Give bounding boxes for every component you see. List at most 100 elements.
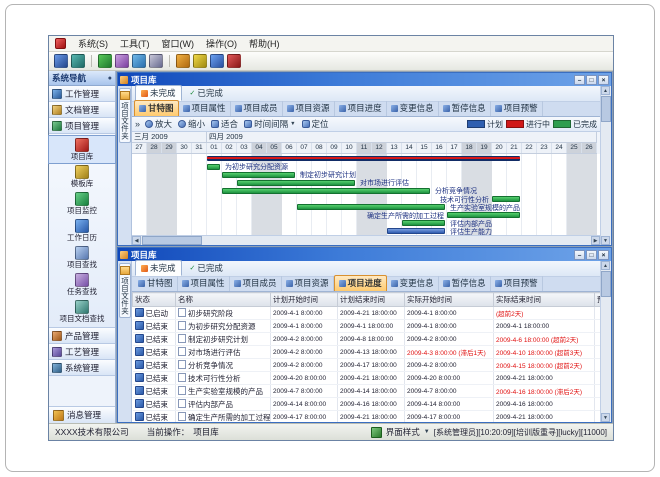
minimize-button[interactable]: – xyxy=(574,75,585,85)
tab-项目属性[interactable]: 项目属性 xyxy=(179,101,231,116)
gantt-bar-done[interactable] xyxy=(402,220,445,226)
sidebar-item-工作日历[interactable]: 工作日历 xyxy=(49,217,115,244)
gantt-bar-done[interactable] xyxy=(222,172,295,178)
tab-甘特图[interactable]: 甘特图 xyxy=(134,276,178,291)
scroll-down-button[interactable]: ▼ xyxy=(601,236,610,245)
pin-icon[interactable]: ● xyxy=(108,75,112,82)
scroll-thumb[interactable] xyxy=(601,271,611,297)
tool-时间间隔[interactable]: 时间间隔▼ xyxy=(244,118,295,130)
column-header-名称[interactable]: 名称 xyxy=(176,293,271,307)
task-row[interactable]: 已结束评估内部产品2009-4-14 8:00:002009-4-16 18:0… xyxy=(133,398,601,411)
column-header-计划结束时间[interactable]: 计划结束时间 xyxy=(338,293,405,307)
scroll-right-button[interactable]: ▶ xyxy=(591,236,600,245)
sidebar-group-产品管理[interactable]: 产品管理 xyxy=(49,328,115,344)
scroll-left-button[interactable]: ◀ xyxy=(132,236,141,245)
scroll-up-button[interactable]: ▲ xyxy=(601,261,610,270)
tab-暂停信息[interactable]: 暂停信息 xyxy=(439,276,491,291)
tab-项目资源[interactable]: 项目资源 xyxy=(283,101,335,116)
task-row[interactable]: 已结束生产实验室规模的产品2009-4-7 8:00:002009-4-14 1… xyxy=(133,385,601,398)
home-icon[interactable] xyxy=(54,54,68,68)
style-dropdown-arrow-icon[interactable]: ▼ xyxy=(424,429,430,435)
status-style-label[interactable]: 界面样式 xyxy=(386,426,420,438)
sidebar-group-工艺管理[interactable]: 工艺管理 xyxy=(49,344,115,360)
tab-项目资源[interactable]: 项目资源 xyxy=(282,276,334,291)
lock-icon[interactable] xyxy=(176,54,190,68)
settings-icon[interactable] xyxy=(149,54,163,68)
scroll-up-button[interactable]: ▲ xyxy=(601,86,610,95)
dropdown-arrow-icon[interactable]: ▼ xyxy=(290,121,295,127)
menu-item[interactable]: 工具(T) xyxy=(120,37,150,50)
tab-项目属性[interactable]: 项目属性 xyxy=(178,276,230,291)
chart-icon[interactable] xyxy=(115,54,129,68)
gantt-bar-done[interactable] xyxy=(297,204,445,210)
tab-项目预警[interactable]: 项目预警 xyxy=(491,276,543,291)
gantt-bar-done[interactable] xyxy=(207,164,220,170)
tool-定位[interactable]: 定位 xyxy=(302,118,329,130)
task-row[interactable]: 已结束制定初步研究计划2009-4-2 8:00:002009-4-8 18:0… xyxy=(133,333,601,346)
task-row[interactable]: 已结束为初步研究分配资源2009-4-1 8:00:002009-4-1 18:… xyxy=(133,320,601,333)
sidebar-item-项目库[interactable]: 项目库 xyxy=(49,136,115,163)
gantt-bar-done[interactable] xyxy=(237,180,355,186)
gantt-bar-done[interactable] xyxy=(447,212,520,218)
menu-item[interactable]: 帮助(H) xyxy=(249,37,280,50)
maximize-button[interactable]: □ xyxy=(586,250,597,260)
tab-变更信息[interactable]: 变更信息 xyxy=(387,101,439,116)
tab-甘特图[interactable]: 甘特图 xyxy=(134,100,179,116)
save-icon[interactable] xyxy=(71,54,85,68)
scroll-thumb[interactable] xyxy=(142,236,202,245)
sidebar-item-模板库[interactable]: 模板库 xyxy=(49,163,115,190)
sidebar-group-文档管理[interactable]: 文档管理 xyxy=(49,102,115,118)
exit-icon[interactable] xyxy=(227,54,241,68)
sidebar-group-工作管理[interactable]: 工作管理 xyxy=(49,86,115,102)
folder-tab[interactable]: 项目文件夹 xyxy=(119,88,131,143)
key-icon[interactable] xyxy=(193,54,207,68)
sidebar-item-项目监控[interactable]: 项目监控 xyxy=(49,190,115,217)
sidebar-group-系统管理[interactable]: 系统管理 xyxy=(49,360,115,376)
tab-项目进度[interactable]: 项目进度 xyxy=(334,275,387,291)
tab-变更信息[interactable]: 变更信息 xyxy=(387,276,439,291)
scroll-down-button[interactable]: ▼ xyxy=(601,413,610,422)
menu-item[interactable]: 窗口(W) xyxy=(162,37,195,50)
vertical-scrollbar[interactable]: ▲▼ xyxy=(600,86,611,245)
horizontal-scrollbar[interactable]: ◀▶ xyxy=(132,235,600,245)
status-tab-已完成[interactable]: ✓已完成 xyxy=(184,260,229,276)
sidebar-item-项目查找[interactable]: 项目查找 xyxy=(49,244,115,271)
overflow-chevron-icon[interactable]: » xyxy=(135,119,140,129)
column-header-实际开始时间[interactable]: 实际开始时间 xyxy=(405,293,494,307)
task-row[interactable]: 已结束确定生产所需的加工过程2009-4-17 8:00:002009-4-21… xyxy=(133,411,601,423)
column-header-状态[interactable]: 状态 xyxy=(133,293,176,307)
maximize-button[interactable]: □ xyxy=(586,75,597,85)
tab-项目成员[interactable]: 项目成员 xyxy=(230,276,282,291)
sidebar-group-项目管理[interactable]: 项目管理 xyxy=(49,118,115,134)
status-tab-未完成[interactable]: 未完成 xyxy=(135,85,182,101)
column-header-计划开始时间[interactable]: 计划开始时间 xyxy=(271,293,338,307)
tool-放大[interactable]: 放大 xyxy=(145,118,172,130)
tab-项目进度[interactable]: 项目进度 xyxy=(335,101,387,116)
menu-item[interactable]: 操作(O) xyxy=(206,37,237,50)
status-tab-未完成[interactable]: 未完成 xyxy=(135,260,182,276)
gantt-bar-done[interactable] xyxy=(222,188,430,194)
calendar-icon[interactable] xyxy=(132,54,146,68)
folder-tab[interactable]: 项目文件夹 xyxy=(119,263,131,318)
gantt-bar-done[interactable] xyxy=(492,196,520,202)
tab-项目预警[interactable]: 项目预警 xyxy=(491,101,543,116)
task-row[interactable]: 已结束分析竞争情况2009-4-2 8:00:002009-4-17 18:00… xyxy=(133,359,601,372)
sidebar-tab-message-management[interactable]: 消息管理 xyxy=(49,406,115,423)
task-row[interactable]: 已启动初步研究阶段2009-4-1 8:00:002009-4-21 18:00… xyxy=(133,307,601,320)
tab-暂停信息[interactable]: 暂停信息 xyxy=(439,101,491,116)
close-button[interactable]: × xyxy=(598,75,609,85)
close-button[interactable]: × xyxy=(598,250,609,260)
column-header-实际结束时间[interactable]: 实际结束时间 xyxy=(494,293,595,307)
tool-适合[interactable]: 适合 xyxy=(211,118,238,130)
status-tab-已完成[interactable]: ✓已完成 xyxy=(184,85,229,101)
task-row[interactable]: 已结束技术可行性分析2009-4-20 8:00:002009-4-21 18:… xyxy=(133,372,601,385)
tool-缩小[interactable]: 缩小 xyxy=(178,118,205,130)
minimize-button[interactable]: – xyxy=(574,250,585,260)
scroll-thumb[interactable] xyxy=(601,96,611,122)
gantt-bar-plan[interactable] xyxy=(387,228,445,234)
tab-项目成员[interactable]: 项目成员 xyxy=(231,101,283,116)
help-icon[interactable] xyxy=(210,54,224,68)
sidebar-item-项目文档查找[interactable]: 项目文档查找 xyxy=(49,298,115,325)
refresh-icon[interactable] xyxy=(98,54,112,68)
task-row[interactable]: 已结束对市场进行评估2009-4-2 8:00:002009-4-13 18:0… xyxy=(133,346,601,359)
